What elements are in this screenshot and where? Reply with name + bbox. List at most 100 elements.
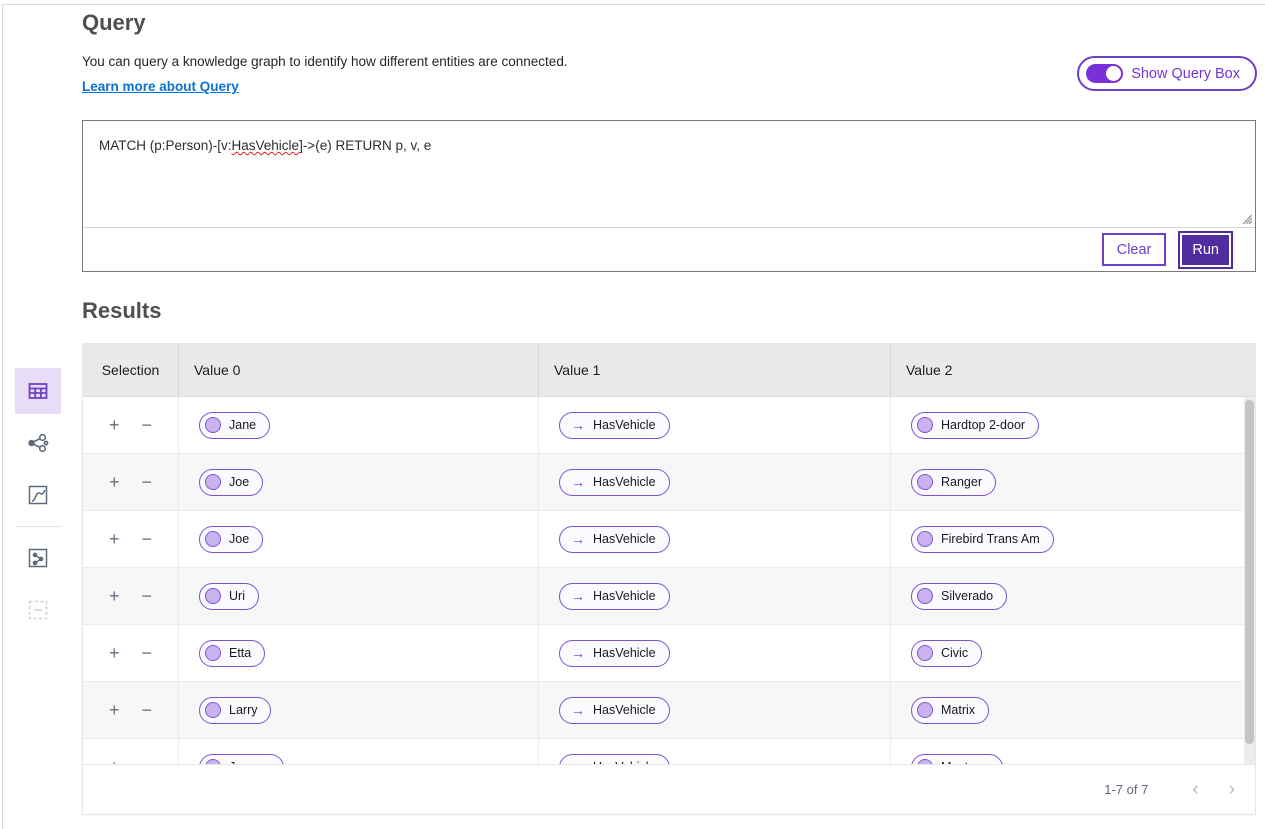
node-circle-icon bbox=[917, 759, 933, 764]
add-to-selection-button[interactable]: + bbox=[107, 642, 122, 664]
node-pill[interactable]: Mustang bbox=[911, 754, 1003, 765]
add-to-selection-button[interactable]: + bbox=[107, 528, 122, 550]
add-to-selection-button[interactable]: + bbox=[107, 699, 122, 721]
node-pill[interactable]: Firebird Trans Am bbox=[911, 526, 1054, 553]
column-header-value2: Value 2 bbox=[891, 344, 1255, 396]
left-panel-divider bbox=[2, 4, 3, 829]
previous-page-button[interactable]: ‹ bbox=[1192, 780, 1198, 799]
edge-pill[interactable]: →HasVehicle bbox=[559, 583, 670, 610]
pagination-range: 1-7 of 7 bbox=[1104, 782, 1148, 797]
edge-pill[interactable]: →HasVehicle bbox=[559, 469, 670, 496]
node-label: Larry bbox=[229, 703, 257, 717]
arrow-right-icon: → bbox=[571, 589, 585, 603]
node-label: Joe bbox=[229, 475, 249, 489]
page-title: Query bbox=[82, 10, 146, 36]
query-text-suffix: ]->(e) RETURN p, v, e bbox=[299, 138, 431, 153]
graph-view-icon[interactable] bbox=[15, 420, 61, 466]
query-page: Query You can query a knowledge graph to… bbox=[0, 0, 1265, 829]
node-pill[interactable]: Matrix bbox=[911, 697, 989, 724]
show-query-box-toggle[interactable]: Show Query Box bbox=[1077, 56, 1257, 91]
chart-view-icon[interactable] bbox=[15, 472, 61, 518]
arrow-right-icon: → bbox=[571, 532, 585, 546]
remove-from-selection-button[interactable]: − bbox=[140, 528, 155, 550]
node-pill[interactable]: Joe bbox=[199, 526, 263, 553]
node-circle-icon bbox=[917, 531, 933, 547]
query-box: MATCH (p:Person)-[v:HasVehicle]->(e) RET… bbox=[82, 120, 1256, 272]
node-pill[interactable]: Jane bbox=[199, 412, 270, 439]
selection-cell: + − bbox=[83, 568, 179, 624]
remove-from-selection-button[interactable]: − bbox=[140, 471, 155, 493]
node-circle-icon bbox=[205, 474, 221, 490]
node-label: Uri bbox=[229, 589, 245, 603]
node-pill[interactable]: Hardtop 2-door bbox=[911, 412, 1039, 439]
node-label: Joe bbox=[229, 532, 249, 546]
node-circle-icon bbox=[205, 417, 221, 433]
edge-label: HasVehicle bbox=[593, 418, 656, 432]
node-label: Ranger bbox=[941, 475, 982, 489]
table-view-icon[interactable] bbox=[15, 368, 61, 414]
edge-label: HasVehicle bbox=[593, 532, 656, 546]
remove-from-selection-button[interactable]: − bbox=[140, 585, 155, 607]
remove-from-selection-button[interactable]: − bbox=[140, 699, 155, 721]
edge-label: HasVehicle bbox=[593, 760, 656, 764]
arrow-right-icon: → bbox=[571, 760, 585, 764]
node-label: Civic bbox=[941, 646, 968, 660]
clear-button[interactable]: Clear bbox=[1102, 233, 1167, 266]
node-pill[interactable]: Silverado bbox=[911, 583, 1007, 610]
node-pill[interactable]: Joanne bbox=[199, 754, 284, 765]
table-row: + − Joanne → HasVehicle Mustang bbox=[83, 739, 1255, 764]
arrow-right-icon: → bbox=[571, 703, 585, 717]
map-view-icon[interactable] bbox=[15, 535, 61, 581]
add-to-selection-button[interactable]: + bbox=[107, 414, 122, 436]
remove-from-selection-button[interactable]: − bbox=[140, 756, 155, 764]
resize-handle-icon[interactable] bbox=[1240, 212, 1252, 224]
node-circle-icon bbox=[205, 588, 221, 604]
expand-view-icon bbox=[15, 587, 61, 633]
toggle-on-icon[interactable] bbox=[1086, 64, 1123, 83]
remove-from-selection-button[interactable]: − bbox=[140, 642, 155, 664]
edge-pill[interactable]: → HasVehicle bbox=[559, 754, 670, 765]
node-pill[interactable]: Larry bbox=[199, 697, 271, 724]
node-pill[interactable]: Uri bbox=[199, 583, 259, 610]
node-pill[interactable]: Civic bbox=[911, 640, 982, 667]
selection-cell: + − bbox=[83, 682, 179, 738]
edge-pill[interactable]: → HasVehicle bbox=[559, 526, 670, 553]
node-pill[interactable]: Etta bbox=[199, 640, 265, 667]
node-circle-icon bbox=[205, 702, 221, 718]
edge-pill[interactable]: →HasVehicle bbox=[559, 640, 670, 667]
node-pill[interactable]: Joe bbox=[199, 469, 263, 496]
node-circle-icon bbox=[205, 645, 221, 661]
query-description: You can query a knowledge graph to ident… bbox=[82, 54, 568, 69]
toggle-knob bbox=[1106, 66, 1121, 81]
column-header-selection: Selection bbox=[83, 344, 179, 396]
query-text-prefix: MATCH (p:Person)-[v: bbox=[99, 138, 232, 153]
selection-cell: + − bbox=[83, 625, 179, 681]
scrollbar-thumb[interactable] bbox=[1245, 400, 1254, 744]
arrow-right-icon: → bbox=[571, 475, 585, 489]
table-row: + − Etta →HasVehicle Civic bbox=[83, 625, 1255, 682]
query-actions-bar: Clear Run bbox=[83, 228, 1255, 271]
results-title: Results bbox=[82, 298, 161, 324]
node-pill[interactable]: Ranger bbox=[911, 469, 996, 496]
column-header-value0: Value 0 bbox=[179, 344, 539, 396]
edge-label: HasVehicle bbox=[593, 703, 656, 717]
add-to-selection-button[interactable]: + bbox=[107, 756, 122, 764]
add-to-selection-button[interactable]: + bbox=[107, 585, 122, 607]
edge-pill[interactable]: →HasVehicle bbox=[559, 412, 670, 439]
run-button[interactable]: Run bbox=[1180, 233, 1231, 267]
arrow-right-icon: → bbox=[571, 646, 585, 660]
node-label: Firebird Trans Am bbox=[941, 532, 1040, 546]
remove-from-selection-button[interactable]: − bbox=[140, 414, 155, 436]
node-circle-icon bbox=[917, 645, 933, 661]
next-page-button[interactable]: › bbox=[1229, 780, 1235, 799]
learn-more-link[interactable]: Learn more about Query bbox=[82, 79, 239, 94]
add-to-selection-button[interactable]: + bbox=[107, 471, 122, 493]
edge-pill[interactable]: → HasVehicle bbox=[559, 697, 670, 724]
table-scrollbar[interactable] bbox=[1244, 397, 1255, 764]
node-circle-icon bbox=[917, 474, 933, 490]
node-circle-icon bbox=[917, 588, 933, 604]
table-body: + − Jane → HasVehicle Hardtop 2-door + − … bbox=[83, 397, 1255, 764]
view-switcher-divider bbox=[15, 526, 61, 527]
query-editor[interactable]: MATCH (p:Person)-[v:HasVehicle]->(e) RET… bbox=[83, 121, 1255, 228]
node-label: Hardtop 2-door bbox=[941, 418, 1025, 432]
